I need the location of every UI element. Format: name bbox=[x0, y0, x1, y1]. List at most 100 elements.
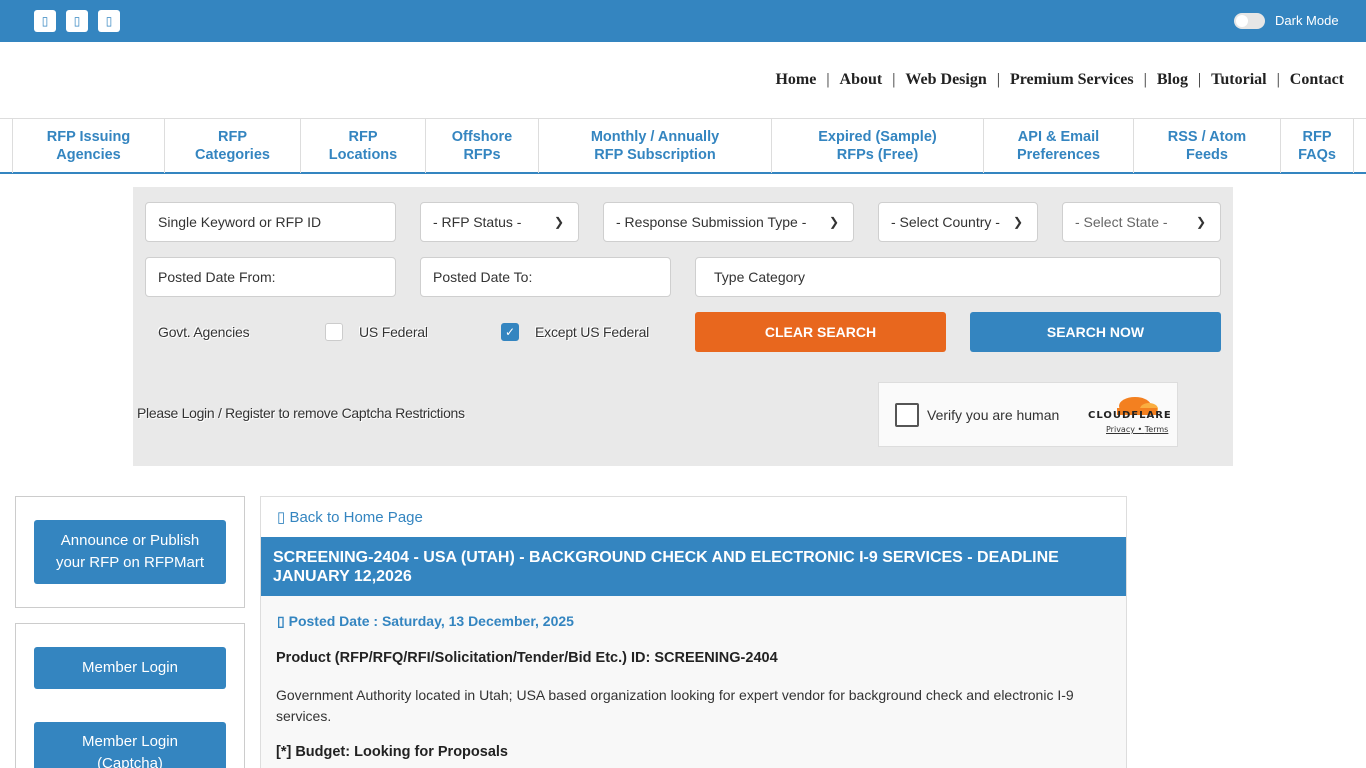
cat-line: Preferences bbox=[1016, 147, 1101, 163]
cat-line: Offshore bbox=[451, 129, 513, 145]
nav-separator: | bbox=[1143, 71, 1147, 88]
member-login-captcha-button[interactable]: Member Login (Captcha) bbox=[34, 722, 226, 768]
posted-date-from-input[interactable]: Posted Date From: bbox=[145, 257, 396, 297]
main-nav: Home | About | Web Design | Premium Service… bbox=[775, 71, 1344, 89]
posted-date-text: Posted Date : Saturday, 13 December, 202… bbox=[288, 613, 574, 629]
announce-rfp-button[interactable]: Announce or Publish your RFP on RFPMart bbox=[34, 520, 226, 584]
nav-separator: | bbox=[826, 71, 830, 88]
cat-line: RSS / Atom bbox=[1167, 129, 1247, 145]
us-federal-label: US Federal bbox=[359, 324, 428, 340]
rfp-status-select[interactable]: - RFP Status - ❯ bbox=[420, 202, 579, 242]
cat-rfp-subscription[interactable]: Monthly / Annually RFP Subscription bbox=[538, 119, 771, 173]
cat-line: RFP Subscription bbox=[594, 147, 716, 163]
button-line: (Captcha) bbox=[97, 755, 163, 768]
us-federal-checkbox[interactable] bbox=[325, 323, 343, 341]
cat-line: Feeds bbox=[1186, 147, 1228, 163]
keyword-input[interactable]: Single Keyword or RFP ID bbox=[145, 202, 396, 242]
rfp-title: SCREENING-2404 - USA (UTAH) - BACKGROUND… bbox=[261, 537, 1126, 596]
select-value: - RFP Status - bbox=[433, 214, 522, 230]
cat-rfp-locations[interactable]: RFP Locations bbox=[300, 119, 425, 173]
home-icon: ▯ bbox=[277, 509, 286, 526]
back-link-text: Back to Home Page bbox=[289, 509, 423, 526]
sidebar-announce-box: Announce or Publish your RFP on RFPMart bbox=[15, 496, 245, 608]
chevron-down-icon: ❯ bbox=[828, 215, 839, 229]
cat-line: Locations bbox=[328, 147, 398, 163]
nav-separator: | bbox=[1276, 71, 1280, 88]
posted-date-to-input[interactable]: Posted Date To: bbox=[420, 257, 671, 297]
category-input[interactable]: Type Category bbox=[695, 257, 1221, 297]
terms-link[interactable]: Terms bbox=[1145, 425, 1169, 434]
verify-label: Verify you are human bbox=[927, 407, 1060, 423]
dark-mode-toggle[interactable] bbox=[1234, 13, 1265, 29]
sidebar-login-box: Member Login Member Login (Captcha) bbox=[15, 623, 245, 768]
product-id: Product (RFP/RFQ/RFI/Solicitation/Tender… bbox=[276, 650, 778, 666]
cat-line: FAQs bbox=[1298, 147, 1336, 163]
clear-search-button[interactable]: CLEAR SEARCH bbox=[695, 312, 946, 352]
cat-line: RFP bbox=[217, 129, 247, 145]
nav-tutorial[interactable]: Tutorial bbox=[1211, 71, 1266, 89]
cat-line: RFP bbox=[348, 129, 378, 145]
cat-rfp-categories[interactable]: RFP Categories bbox=[164, 119, 300, 173]
nav-separator: | bbox=[996, 71, 1000, 88]
cat-expired-rfps[interactable]: Expired (Sample) RFPs (Free) bbox=[771, 119, 983, 173]
cat-line: RFPs bbox=[463, 147, 501, 163]
top-bar: ▯ ▯ ▯ Dark Mode bbox=[0, 0, 1366, 42]
dark-mode-label: Dark Mode bbox=[1275, 13, 1339, 28]
response-type-select[interactable]: - Response Submission Type - ❯ bbox=[603, 202, 854, 242]
rfp-body: ▯ Posted Date : Saturday, 13 December, 2… bbox=[261, 596, 1126, 768]
cat-line: Expired (Sample) bbox=[818, 129, 937, 145]
nav-contact[interactable]: Contact bbox=[1290, 71, 1344, 89]
except-us-federal-checkbox[interactable]: ✓ bbox=[501, 323, 519, 341]
nav-home[interactable]: Home bbox=[775, 71, 816, 89]
cat-line: RFP bbox=[1302, 129, 1332, 145]
search-now-button[interactable]: SEARCH NOW bbox=[970, 312, 1221, 352]
facebook-icon[interactable]: ▯ bbox=[34, 10, 56, 32]
button-line: your RFP on RFPMart bbox=[55, 554, 205, 571]
cat-rfp-faqs[interactable]: RFP FAQs bbox=[1280, 119, 1354, 173]
rfp-budget: [*] Budget: Looking for Proposals bbox=[276, 744, 508, 760]
cat-rss-atom-feeds[interactable]: RSS / Atom Feeds bbox=[1133, 119, 1280, 173]
twitter-icon[interactable]: ▯ bbox=[66, 10, 88, 32]
chevron-down-icon: ❯ bbox=[1012, 215, 1023, 229]
category-nav: RFP Issuing Agencies RFP Categories RFP Loc… bbox=[0, 118, 1366, 174]
toggle-knob bbox=[1236, 15, 1248, 27]
nav-separator: | bbox=[1197, 71, 1202, 88]
cloudflare-captcha: Verify you are human CLOUDFLARE Privacy … bbox=[878, 382, 1178, 447]
cat-line: API & Email bbox=[1017, 129, 1100, 145]
nav-about[interactable]: About bbox=[840, 71, 883, 89]
except-us-federal-label: Except US Federal bbox=[535, 324, 650, 340]
button-line: Announce or Publish bbox=[60, 532, 200, 549]
select-value: - Response Submission Type - bbox=[616, 214, 807, 230]
captcha-message: Please Login / Register to remove Captch… bbox=[137, 405, 465, 421]
cat-api-email-preferences[interactable]: API & Email Preferences bbox=[983, 119, 1133, 173]
nav-premium-services[interactable]: Premium Services bbox=[1010, 71, 1134, 89]
verify-checkbox[interactable] bbox=[895, 403, 919, 427]
cat-line: Monthly / Annually bbox=[590, 129, 720, 145]
button-line: Member Login bbox=[82, 733, 178, 750]
state-select[interactable]: - Select State - ❯ bbox=[1062, 202, 1221, 242]
calendar-icon: ▯ bbox=[277, 613, 285, 629]
rfp-description: Government Authority located in Utah; US… bbox=[276, 687, 1074, 724]
chevron-down-icon: ❯ bbox=[553, 215, 564, 229]
govt-agencies-label: Govt. Agencies bbox=[158, 324, 250, 340]
linkedin-icon[interactable]: ▯ bbox=[98, 10, 120, 32]
posted-date: ▯ Posted Date : Saturday, 13 December, 2… bbox=[277, 613, 574, 630]
search-panel: Single Keyword or RFP ID - RFP Status - ❯… bbox=[133, 187, 1233, 466]
select-value: - Select Country - bbox=[891, 214, 1000, 230]
cat-rfp-issuing-agencies[interactable]: RFP Issuing Agencies bbox=[12, 119, 164, 173]
captcha-links: Privacy • Terms bbox=[1106, 425, 1169, 434]
cat-line: RFPs (Free) bbox=[836, 147, 919, 163]
cat-line: RFP Issuing bbox=[46, 129, 131, 145]
cat-line: Categories bbox=[195, 147, 270, 163]
cat-offshore-rfps[interactable]: Offshore RFPs bbox=[425, 119, 538, 173]
select-value: - Select State - bbox=[1075, 214, 1168, 230]
nav-web-design[interactable]: Web Design bbox=[905, 71, 986, 89]
country-select[interactable]: - Select Country - ❯ bbox=[878, 202, 1038, 242]
rfp-detail: ▯ Back to Home Page SCREENING-2404 - USA… bbox=[260, 496, 1127, 768]
privacy-link[interactable]: Privacy bbox=[1106, 425, 1135, 434]
nav-separator: | bbox=[892, 71, 896, 88]
nav-blog[interactable]: Blog bbox=[1157, 71, 1188, 89]
member-login-button[interactable]: Member Login bbox=[34, 647, 226, 689]
back-to-home-link[interactable]: ▯ Back to Home Page bbox=[277, 508, 423, 526]
check-icon: ✓ bbox=[504, 325, 516, 339]
